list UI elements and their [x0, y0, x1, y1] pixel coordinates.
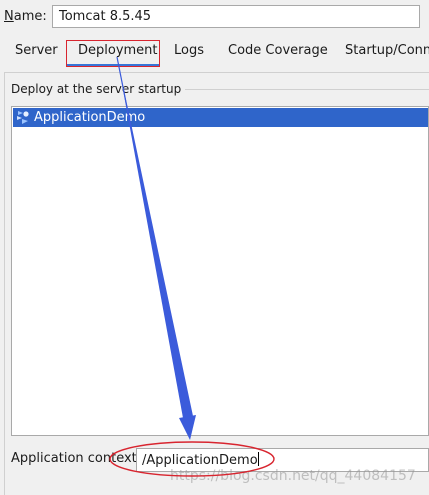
name-mnemonic: N — [4, 9, 14, 24]
name-label: Name: — [4, 8, 47, 26]
artifact-list[interactable]: ApplicationDemo — [11, 106, 429, 436]
name-field[interactable]: Tomcat 8.5.45 — [52, 5, 420, 28]
watermark: https://blog.csdn.net/qq_44084157 — [170, 468, 416, 484]
deployment-tab-highlight — [66, 40, 160, 67]
deploy-group-title: Deploy at the server startup — [11, 81, 186, 97]
tab-server[interactable]: Server — [15, 42, 58, 60]
tab-code-coverage[interactable]: Code Coverage — [228, 42, 328, 60]
group-separator — [160, 89, 429, 90]
application-context-value: /ApplicationDemo — [142, 453, 258, 468]
tab-logs[interactable]: Logs — [174, 42, 204, 60]
tab-startup-connection[interactable]: Startup/Conne — [345, 42, 429, 60]
text-caret — [257, 452, 259, 466]
tab-bar: Server Deployment Logs Code Coverage Sta… — [0, 38, 429, 66]
name-label-rest: ame: — [13, 9, 47, 24]
list-item[interactable]: ApplicationDemo — [13, 108, 428, 127]
artifact-icon — [17, 111, 29, 124]
artifact-label: ApplicationDemo — [34, 110, 146, 125]
application-context-label: Application context: — [11, 451, 142, 466]
